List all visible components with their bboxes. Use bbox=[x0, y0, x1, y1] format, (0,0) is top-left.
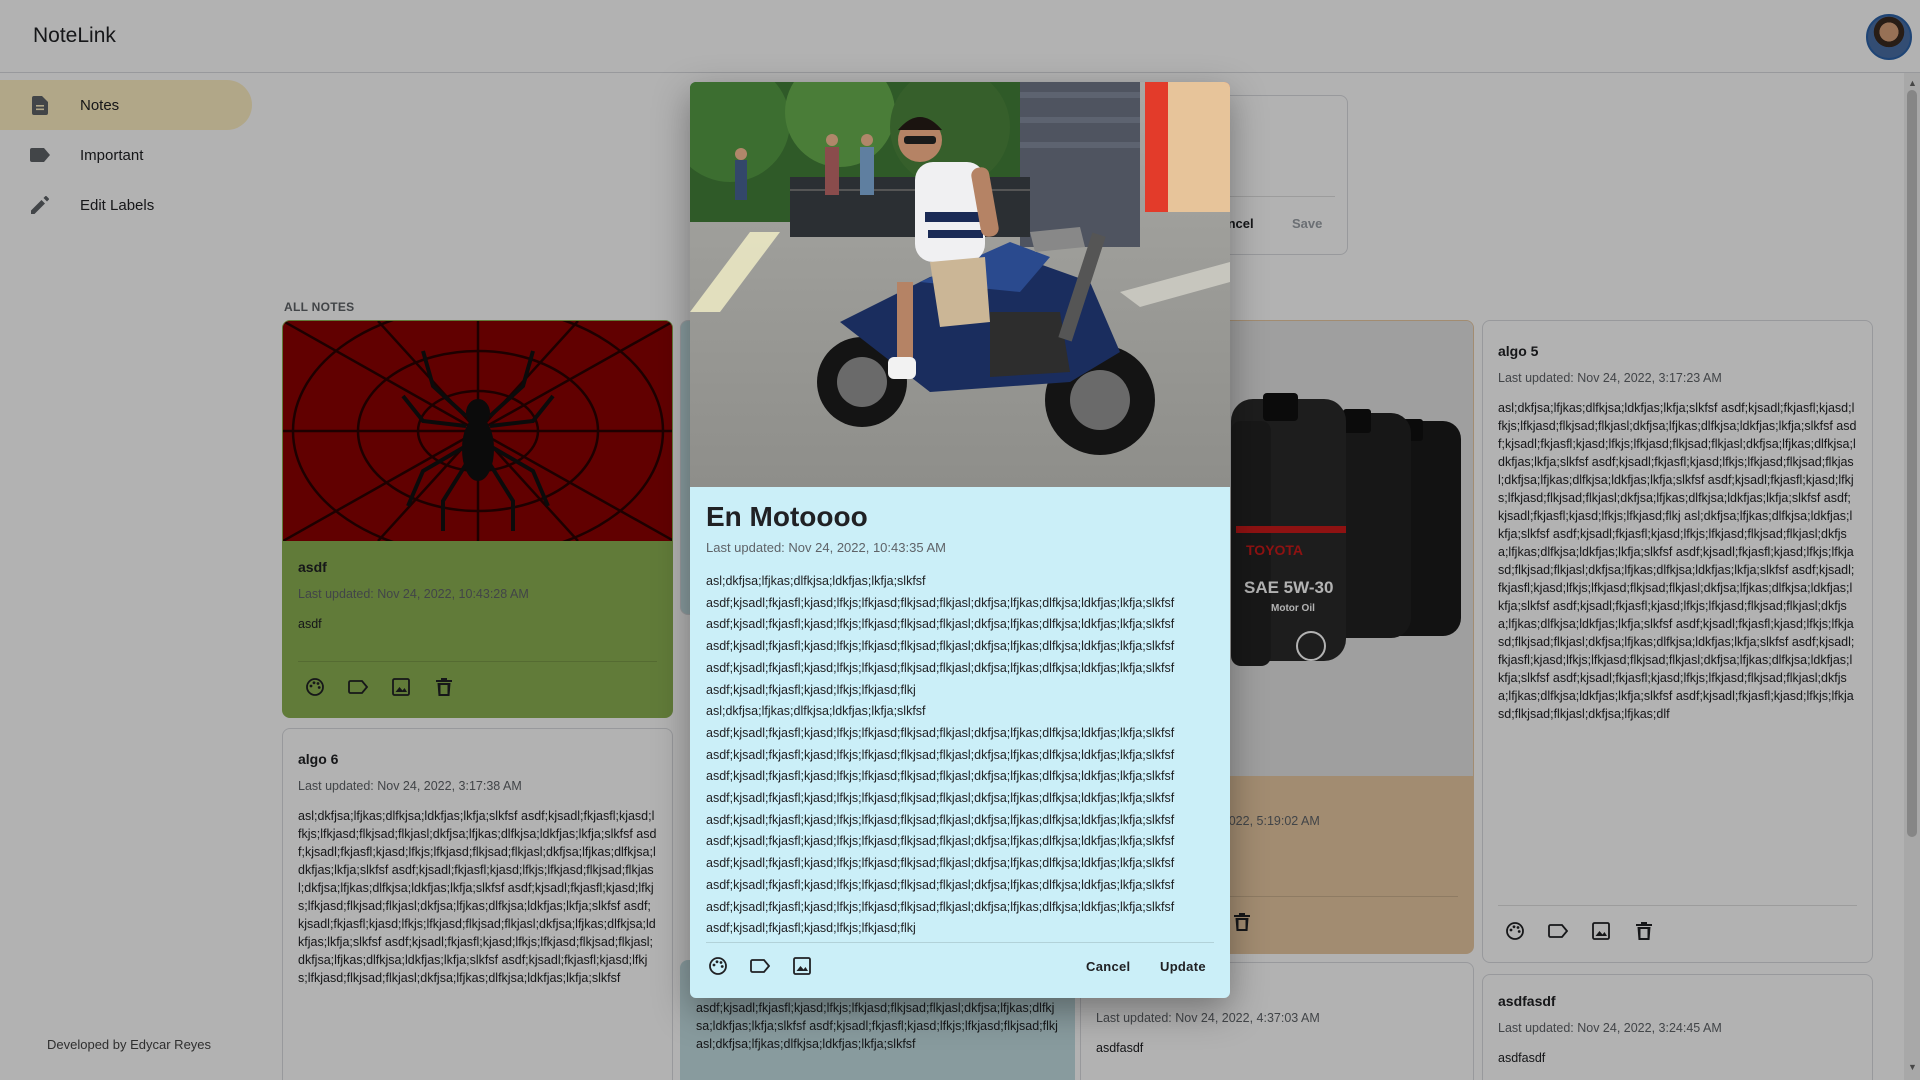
divider bbox=[706, 942, 1214, 943]
modal-text-line: asdf;kjsadl;fkjasfl;kjasd;lfkjs;lfkjasd;… bbox=[706, 899, 1175, 914]
modal-text-line: asdf;kjsadl;fkjasfl;kjasd;lfkjs;lfkjasd;… bbox=[706, 812, 1175, 827]
modal-text-line: asdf;kjsadl;fkjasfl;kjasd;lfkjs;lfkjasd;… bbox=[706, 660, 1175, 675]
modal-text-line: asdf;kjsadl;fkjasfl;kjasd;lfkjs;lfkjasd;… bbox=[706, 639, 1175, 654]
modal-text-line: asdf;kjsadl;fkjasfl;kjasd;lfkjs;lfkjasd;… bbox=[706, 791, 1175, 806]
modal-text-line: asdf;kjsadl;fkjasfl;kjasd;lfkjs;lfkjasd;… bbox=[706, 834, 1175, 849]
modal-text-line: asdf;kjsadl;fkjasfl;kjasd;lfkjs;lfkjasd;… bbox=[706, 877, 1175, 892]
palette-icon[interactable] bbox=[706, 954, 729, 977]
modal-text-body[interactable]: asl;dkfjsa;lfjkas;dlfkjsa;ldkfjas;lkfja;… bbox=[706, 571, 1218, 940]
image-icon[interactable] bbox=[790, 954, 813, 977]
modal-text-line: asl;dkfjsa;lfjkas;dlfkjsa;ldkfjas;lkfja;… bbox=[706, 704, 926, 719]
modal-text-line: asdf;kjsadl;fkjasfl;kjasd;lfkjs;lfkjasd;… bbox=[706, 856, 1175, 871]
note-photo bbox=[690, 82, 1230, 487]
modal-text-line: asdf;kjsadl;fkjasfl;kjasd;lfkjs;lfkjasd;… bbox=[706, 769, 1175, 784]
modal-text-line: asdf;kjsadl;fkjasfl;kjasd;lfkjs;lfkjasd;… bbox=[706, 617, 1175, 632]
modal-text-line: asdf;kjsadl;fkjasfl;kjasd;lfkjs;lfkjasd;… bbox=[706, 725, 1175, 740]
label-outline-icon[interactable] bbox=[748, 954, 771, 977]
note-edit-modal: En Motoooo Last updated: Nov 24, 2022, 1… bbox=[690, 82, 1230, 998]
modal-title[interactable]: En Motoooo bbox=[706, 501, 868, 533]
modal-text-line: asl;dkfjsa;lfjkas;dlfkjsa;ldkfjas;lkfja;… bbox=[706, 574, 926, 588]
modal-cancel-button[interactable]: Cancel bbox=[1086, 959, 1130, 974]
modal-text-line: asdf;kjsadl;fkjasfl;kjasd;lfkjs;lfkjasd;… bbox=[706, 921, 916, 936]
modal-text-line: asdf;kjsadl;fkjasfl;kjasd;lfkjs;lfkjasd;… bbox=[706, 595, 1175, 610]
modal-timestamp: Last updated: Nov 24, 2022, 10:43:35 AM bbox=[706, 540, 946, 555]
modal-update-button[interactable]: Update bbox=[1160, 959, 1206, 974]
modal-text-line: asdf;kjsadl;fkjasfl;kjasd;lfkjs;lfkjasd;… bbox=[706, 747, 1175, 762]
modal-text-line: asdf;kjsadl;fkjasfl;kjasd;lfkjs;lfkjasd;… bbox=[706, 682, 916, 697]
modal-actions bbox=[706, 954, 813, 977]
